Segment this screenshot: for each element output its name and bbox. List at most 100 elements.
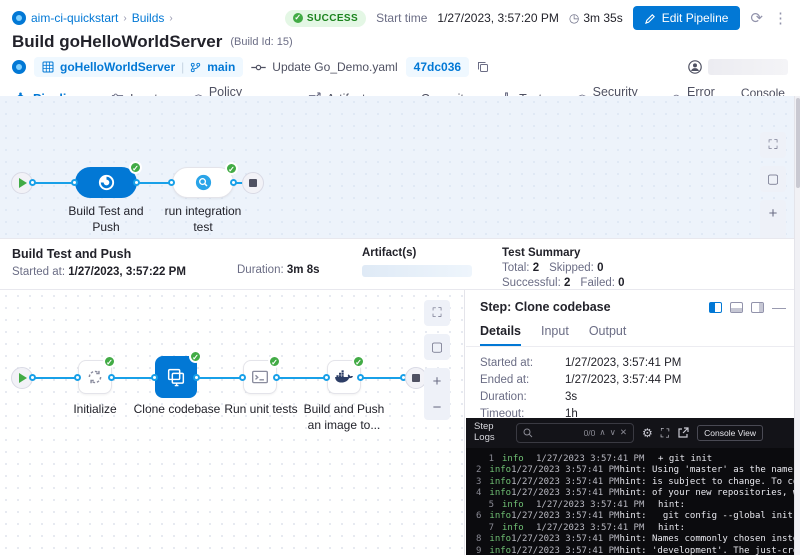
execution-graph-canvas[interactable]: ✓ ✓ ✓ ✓ Initialize Clone codebase Run un… [0,290,465,555]
play-icon [19,373,27,383]
log-search-box[interactable]: 0/0 ∧ ∨ ✕ [516,423,634,443]
fit-to-screen-icon[interactable]: ▢ [760,166,786,192]
step-label: Build and Push an image to... [300,402,388,433]
breadcrumb: aim-ci-quickstart › Builds › [12,11,173,25]
tab-details[interactable]: Details [480,324,521,346]
success-check-icon: ✓ [103,355,116,368]
play-icon [19,178,27,188]
refresh-icon[interactable]: ⟳ [750,11,763,26]
pencil-icon [645,13,656,24]
page-title: Build goHelloWorldServer [12,32,222,52]
log-line: 2info1/27/2023 3:57:41 PMhint: Using 'ma… [476,465,800,477]
commit-message: Update Go_Demo.yaml [251,60,397,74]
ended-at-value: 1/27/2023, 3:57:44 PM [565,374,681,386]
username-redacted [708,59,788,75]
edit-pipeline-button[interactable]: Edit Pipeline [633,6,741,30]
git-branch-icon [190,62,201,73]
start-time-value: 1/27/2023, 3:57:20 PM [437,11,558,25]
stage-label: run integration test [163,204,243,235]
stage-started-value: 1/27/2023, 3:57:22 PM [68,266,186,278]
repo-branch-pill[interactable]: goHelloWorldServer | main [34,57,243,77]
console-view-button[interactable]: Console View [697,425,763,441]
step-label: Run unit tests [218,402,304,418]
log-output[interactable]: 1info1/27/2023 3:57:41 PM+ git init 2inf… [466,448,800,555]
search-next-icon[interactable]: ∨ [610,427,616,438]
chevron-right-icon: › [123,13,126,24]
integration-test-icon [194,173,213,192]
check-circle-icon: ✓ [293,13,303,23]
step-node-clone-codebase[interactable]: ✓ [155,356,197,398]
started-at-value: 1/27/2023, 3:57:41 PM [565,357,681,369]
log-line: 3info1/27/2023 3:57:41 PMhint: is subjec… [476,477,800,489]
clock-icon: ◷ [569,11,579,25]
copy-icon[interactable] [477,61,489,73]
ci-stage-icon [97,173,116,192]
test-summary-label: Test Summary [502,247,635,259]
stop-icon [412,374,420,382]
more-menu-icon[interactable]: ⋮ [773,11,788,26]
initialize-icon [86,368,104,386]
stage-graph-canvas[interactable]: ✓ ✓ Build Test and Push run integration … [0,96,800,238]
log-line: 6info1/27/2023 3:57:41 PMhint: git confi… [476,511,800,523]
zoom-in-button[interactable]: + [424,368,450,394]
docker-icon [334,369,354,385]
zoom-in-button[interactable]: + [760,200,786,226]
log-fullscreen-icon[interactable]: ⛶ [661,427,669,439]
layout-split-view-icon[interactable] [709,302,722,313]
user-icon [688,60,702,74]
search-close-icon[interactable]: ✕ [620,427,627,438]
status-badge: ✓ SUCCESS [285,10,366,27]
search-icon [523,428,533,438]
step-logs-console: Step Logs 0/0 ∧ ∨ ✕ ⚙ ⛶ Console View 1in… [466,418,800,555]
step-node-initialize[interactable]: ✓ [78,360,112,394]
success-check-icon: ✓ [129,161,142,174]
chevron-right-icon: › [169,13,172,24]
duration-value: 3s [565,391,577,403]
console-title: Step Logs [474,422,508,444]
page-scrollbar[interactable] [794,96,800,555]
stage-node-build-test-and-push[interactable]: ✓ [75,167,137,198]
connector-dot [29,179,36,186]
stage-node-run-integration-test[interactable]: ✓ [172,167,234,198]
fit-to-screen-icon[interactable]: ▢ [424,334,450,360]
log-line: 8info1/27/2023 3:57:41 PMhint: Names com… [476,534,800,546]
stage-details-bar: Build Test and Push Started at: 1/27/202… [0,238,800,290]
step-node-build-and-push[interactable]: ✓ [327,360,361,394]
step-label: Initialize [55,402,135,418]
fullscreen-icon[interactable]: ⛶ [424,300,450,326]
artifact-link-redacted[interactable] [362,265,472,277]
stage-details-title: Build Test and Push [12,247,237,261]
breadcrumb-builds-link[interactable]: Builds [132,11,165,25]
step-node-run-unit-tests[interactable]: ✓ [243,360,277,394]
fullscreen-icon[interactable]: ⛶ [760,132,786,158]
branch-name: main [207,60,235,74]
log-line: 5info1/27/2023 3:57:41 PMhint: [476,500,800,512]
layout-bottom-view-icon[interactable] [730,302,743,313]
repository-icon [42,61,54,73]
harness-logo-icon [12,11,26,25]
log-line: 9info1/27/2023 3:57:41 PMhint: 'developm… [476,546,800,555]
layout-right-view-icon[interactable] [751,302,764,313]
stage-end-node [242,172,264,194]
log-line: 7info1/27/2023 3:57:41 PMhint: [476,523,800,535]
artifacts-label: Artifact(s) [362,247,490,259]
step-panel-tabs: Details Input Output [466,318,800,347]
commit-sha-badge[interactable]: 47dc036 [406,57,469,77]
breadcrumb-project-link[interactable]: aim-ci-quickstart [31,11,118,25]
search-prev-icon[interactable]: ∧ [599,427,605,438]
divider: | [181,60,184,74]
stage-duration-value: 3m 8s [287,264,320,276]
log-search-input[interactable] [537,428,577,438]
start-time-label: Start time [376,11,427,25]
tab-output[interactable]: Output [589,324,627,346]
zoom-out-button[interactable]: − [424,394,450,420]
step-panel-title: Step: Clone codebase [480,300,611,314]
app-window: aim-ci-quickstart › Builds › ✓ SUCCESS S… [0,0,800,555]
stop-icon [249,179,257,187]
minimize-panel-icon[interactable]: — [772,300,786,314]
build-id-label: (Build Id: 15) [230,36,292,48]
open-in-new-icon[interactable] [677,427,689,439]
tab-input[interactable]: Input [541,324,569,346]
log-settings-gear-icon[interactable]: ⚙ [642,427,653,439]
scrollbar-thumb[interactable] [796,98,800,188]
